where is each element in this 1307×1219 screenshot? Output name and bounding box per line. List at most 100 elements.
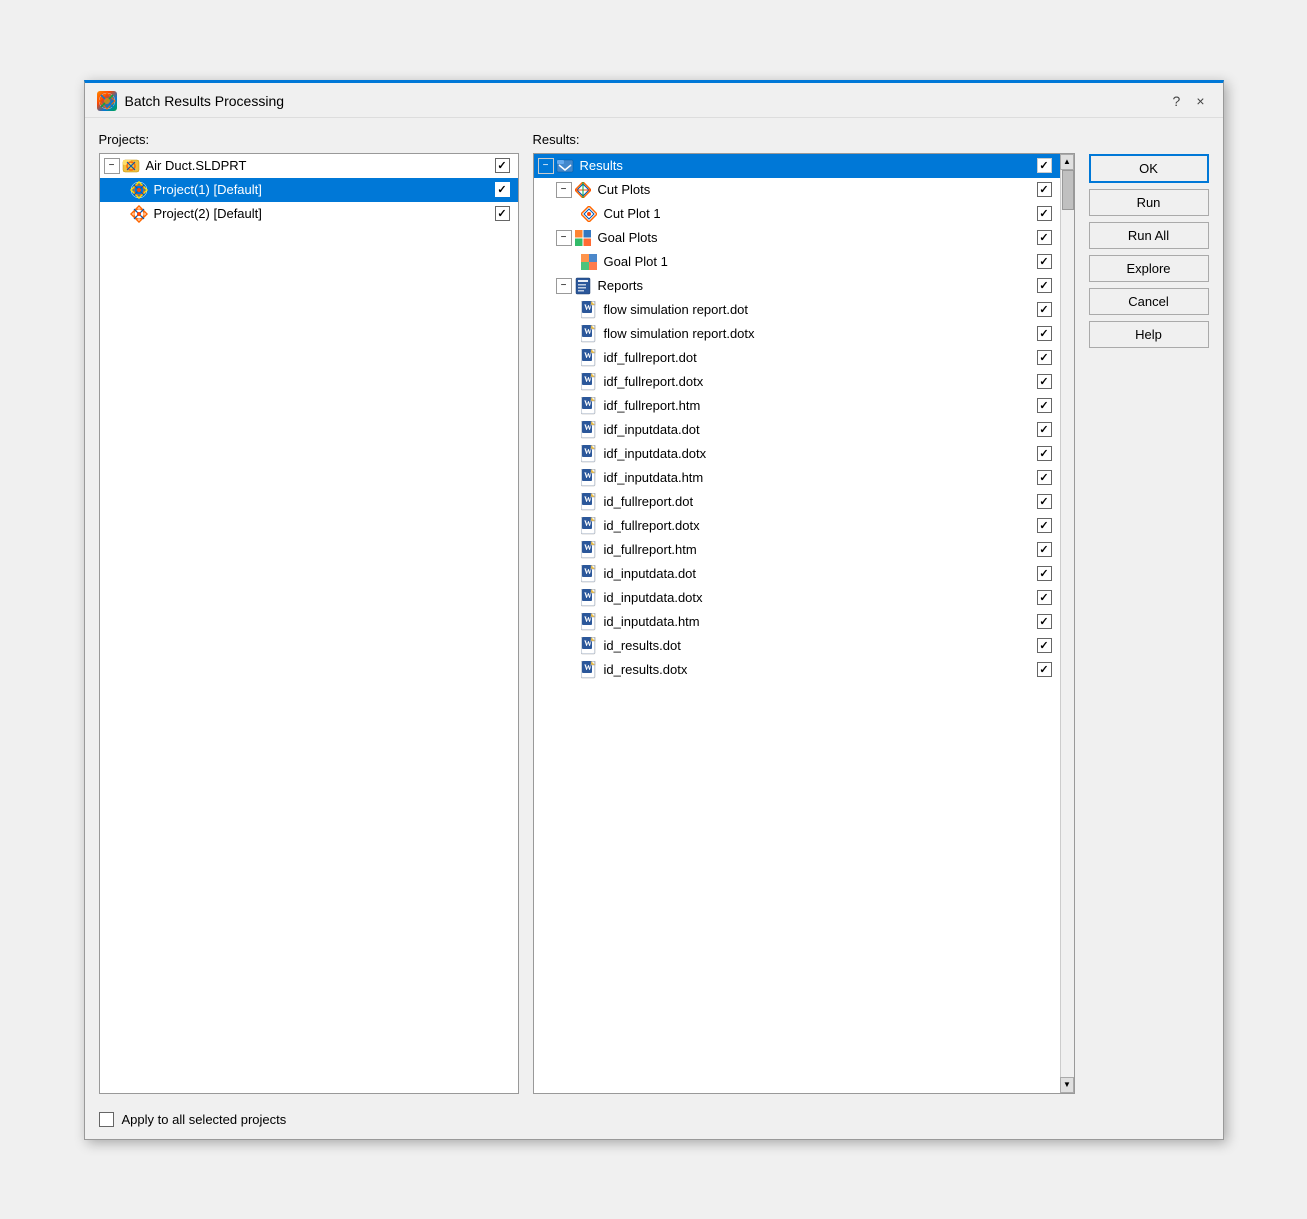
help-button[interactable]: ? [1167, 91, 1187, 111]
r2-checkbox[interactable] [1037, 326, 1052, 341]
r6-icon: W [580, 421, 598, 439]
r4-checkbox[interactable] [1037, 374, 1052, 389]
tree-item-r12[interactable]: W id_inputdata.dot [534, 562, 1060, 586]
scroll-thumb[interactable] [1062, 170, 1074, 210]
scroll-track[interactable] [1061, 170, 1074, 1077]
air-duct-checkbox[interactable] [495, 158, 510, 173]
expand-results[interactable] [538, 158, 554, 174]
r7-label: idf_inputdata.dotx [602, 446, 1037, 461]
scroll-down-arrow[interactable]: ▼ [1060, 1077, 1074, 1093]
results-tree-wrapper: Results [533, 153, 1075, 1094]
tree-item-goal-plot-1[interactable]: Goal Plot 1 [534, 250, 1060, 274]
title-bar: Batch Results Processing ? × [85, 83, 1223, 118]
expand-goal-plots[interactable] [556, 230, 572, 246]
results-tree[interactable]: Results [534, 154, 1060, 1093]
r12-checkbox[interactable] [1037, 566, 1052, 581]
project1-label: Project(1) [Default] [152, 182, 495, 197]
r7-checkbox[interactable] [1037, 446, 1052, 461]
tree-item-cut-plots[interactable]: Cut Plots [534, 178, 1060, 202]
r6-checkbox[interactable] [1037, 422, 1052, 437]
r1-icon: W [580, 301, 598, 319]
r8-checkbox[interactable] [1037, 470, 1052, 485]
r13-label: id_inputdata.dotx [602, 590, 1037, 605]
cut-plot-1-checkbox[interactable] [1037, 206, 1052, 221]
help-action-button[interactable]: Help [1089, 321, 1209, 348]
r5-checkbox[interactable] [1037, 398, 1052, 413]
dialog-title: Batch Results Processing [125, 93, 285, 109]
r3-checkbox[interactable] [1037, 350, 1052, 365]
goal-plot-1-icon [580, 253, 598, 271]
tree-item-results-root[interactable]: Results [534, 154, 1060, 178]
tree-item-r16[interactable]: W id_results.dotx [534, 658, 1060, 682]
r16-checkbox[interactable] [1037, 662, 1052, 677]
scroll-up-arrow[interactable]: ▲ [1060, 154, 1074, 170]
tree-item-r1[interactable]: W flow simulation report.dot [534, 298, 1060, 322]
tree-item-r7[interactable]: W idf_inputdata.dotx [534, 442, 1060, 466]
tree-item-r10[interactable]: W id_fullreport.dotx [534, 514, 1060, 538]
cut-plots-label: Cut Plots [596, 182, 1037, 197]
results-root-checkbox[interactable] [1037, 158, 1052, 173]
project2-checkbox[interactable] [495, 206, 510, 221]
tree-item-r15[interactable]: W id_results.dot [534, 634, 1060, 658]
batch-results-dialog: Batch Results Processing ? × Projects: [84, 80, 1224, 1140]
goal-plot-1-label: Goal Plot 1 [602, 254, 1037, 269]
results-label: Results: [533, 132, 1075, 147]
results-root-label: Results [578, 158, 1037, 173]
r7-icon: W [580, 445, 598, 463]
r15-checkbox[interactable] [1037, 638, 1052, 653]
expand-air-duct[interactable] [104, 158, 120, 174]
reports-label: Reports [596, 278, 1037, 293]
r13-checkbox[interactable] [1037, 590, 1052, 605]
tree-item-project2[interactable]: Project(2) [Default] [100, 202, 518, 226]
r1-label: flow simulation report.dot [602, 302, 1037, 317]
close-button[interactable]: × [1190, 91, 1210, 111]
report-items: W flow simulation report.dot W flow simu… [534, 298, 1060, 682]
tree-item-r4[interactable]: W idf_fullreport.dotx [534, 370, 1060, 394]
tree-item-r11[interactable]: W id_fullreport.htm [534, 538, 1060, 562]
r12-icon: W [580, 565, 598, 583]
r9-icon: W [580, 493, 598, 511]
explore-button[interactable]: Explore [1089, 255, 1209, 282]
project1-checkbox[interactable] [495, 182, 510, 197]
tree-item-r5[interactable]: W idf_fullreport.htm [534, 394, 1060, 418]
air-duct-icon [122, 157, 140, 175]
buttons-panel: OK Run Run All Explore Cancel Help [1089, 132, 1209, 1094]
tree-item-r9[interactable]: W id_fullreport.dot [534, 490, 1060, 514]
r3-label: idf_fullreport.dot [602, 350, 1037, 365]
tree-item-reports[interactable]: Reports [534, 274, 1060, 298]
tree-item-r3[interactable]: W idf_fullreport.dot [534, 346, 1060, 370]
results-panel: Results: Results [533, 132, 1075, 1094]
goal-plots-checkbox[interactable] [1037, 230, 1052, 245]
r14-checkbox[interactable] [1037, 614, 1052, 629]
r11-checkbox[interactable] [1037, 542, 1052, 557]
run-button[interactable]: Run [1089, 189, 1209, 216]
r15-icon: W [580, 637, 598, 655]
tree-item-air-duct[interactable]: Air Duct.SLDPRT [100, 154, 518, 178]
run-all-button[interactable]: Run All [1089, 222, 1209, 249]
tree-item-r14[interactable]: W id_inputdata.htm [534, 610, 1060, 634]
tree-item-r2[interactable]: W flow simulation report.dotx [534, 322, 1060, 346]
r10-checkbox[interactable] [1037, 518, 1052, 533]
r9-checkbox[interactable] [1037, 494, 1052, 509]
tree-item-r6[interactable]: W idf_inputdata.dot [534, 418, 1060, 442]
tree-item-r13[interactable]: W id_inputdata.dotx [534, 586, 1060, 610]
project2-label: Project(2) [Default] [152, 206, 495, 221]
tree-item-r8[interactable]: W idf_inputdata.htm [534, 466, 1060, 490]
apply-all-checkbox[interactable] [99, 1112, 114, 1127]
cancel-button[interactable]: Cancel [1089, 288, 1209, 315]
r1-checkbox[interactable] [1037, 302, 1052, 317]
tree-item-cut-plot-1[interactable]: Cut Plot 1 [534, 202, 1060, 226]
r4-icon: W [580, 373, 598, 391]
tree-item-project1[interactable]: Project(1) [Default] [100, 178, 518, 202]
results-scrollbar[interactable]: ▲ ▼ [1060, 154, 1074, 1093]
ok-button[interactable]: OK [1089, 154, 1209, 183]
cut-plots-checkbox[interactable] [1037, 182, 1052, 197]
reports-checkbox[interactable] [1037, 278, 1052, 293]
goal-plot-1-checkbox[interactable] [1037, 254, 1052, 269]
title-bar-left: Batch Results Processing [97, 91, 285, 111]
tree-item-goal-plots[interactable]: Goal Plots [534, 226, 1060, 250]
expand-reports[interactable] [556, 278, 572, 294]
projects-panel: Projects: Air Duct.SLDPRT [99, 132, 519, 1094]
expand-cut-plots[interactable] [556, 182, 572, 198]
projects-tree[interactable]: Air Duct.SLDPRT Project(1) [ [99, 153, 519, 1094]
